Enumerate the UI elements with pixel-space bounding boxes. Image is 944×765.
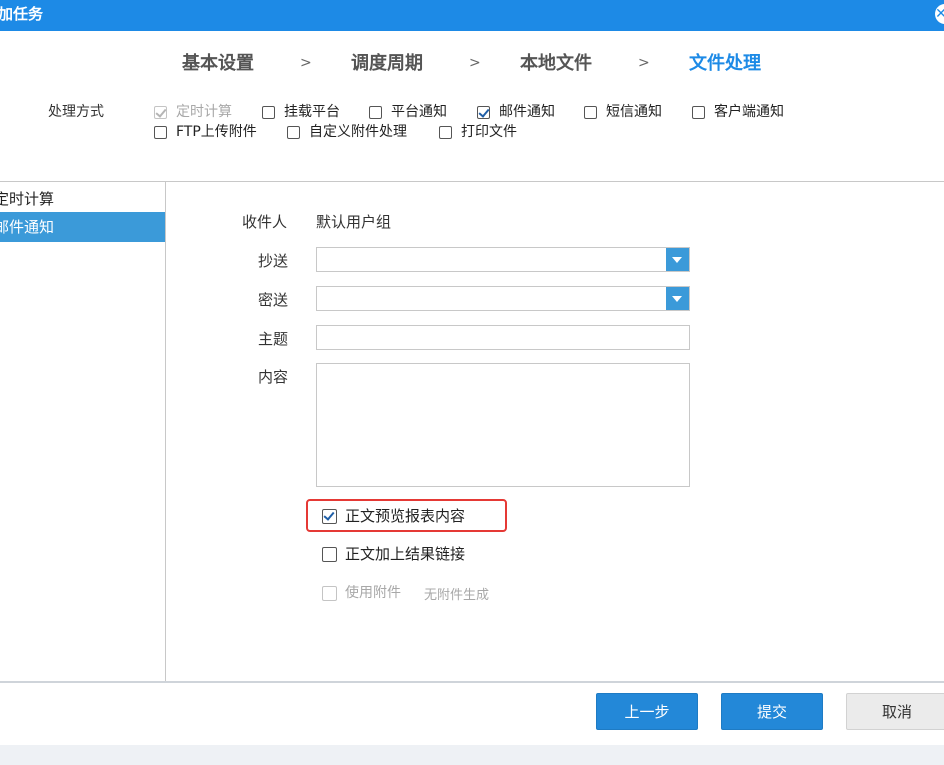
previous-step-button[interactable]: 上一步 xyxy=(596,693,698,730)
checkbox[interactable] xyxy=(692,105,705,119)
subject-label: 主题 xyxy=(258,330,289,348)
option-platform-notice[interactable]: 平台通知 xyxy=(369,103,447,121)
option-label: 短信通知 xyxy=(606,104,662,120)
sidebar-item-email-notice[interactable]: 邮件通知 xyxy=(0,212,165,242)
bcc-select[interactable] xyxy=(316,286,690,311)
result-link-checkbox[interactable]: 正文加上结果链接 xyxy=(322,545,465,563)
option-ftp-upload[interactable]: FTP上传附件 xyxy=(154,123,257,141)
option-sms-notice[interactable]: 短信通知 xyxy=(584,103,662,121)
preview-content-checkbox[interactable]: 正文预览报表内容 xyxy=(322,507,465,525)
option-email-notice[interactable]: 邮件通知 xyxy=(477,103,555,121)
step-arrow: > xyxy=(300,55,312,71)
checkbox[interactable] xyxy=(262,105,275,119)
option-custom-attachment[interactable]: 自定义附件处理 xyxy=(287,123,407,141)
step-file-processing[interactable]: 文件处理 xyxy=(689,52,761,76)
option-label: 挂载平台 xyxy=(284,104,340,120)
step-arrow: > xyxy=(638,55,650,71)
chevron-down-icon[interactable] xyxy=(666,248,689,271)
use-attachment-label: 使用附件 xyxy=(345,585,401,601)
option-label: 打印文件 xyxy=(461,124,517,140)
option-label: 自定义附件处理 xyxy=(309,124,407,140)
recipient-value: 默认用户组 xyxy=(316,213,392,231)
preview-content-label: 正文预览报表内容 xyxy=(345,507,466,525)
dialog-title: 加任务 xyxy=(0,5,44,23)
option-label: 定时计算 xyxy=(176,104,232,120)
checkbox[interactable] xyxy=(439,125,452,139)
checkbox[interactable] xyxy=(369,105,382,119)
checkbox[interactable] xyxy=(322,546,337,562)
checkbox[interactable] xyxy=(477,105,490,119)
option-label: 客户端通知 xyxy=(714,104,784,120)
checkbox xyxy=(154,105,167,119)
recipient-label: 收件人 xyxy=(242,213,288,231)
option-client-notice[interactable]: 客户端通知 xyxy=(692,103,784,121)
option-print-file[interactable]: 打印文件 xyxy=(439,123,517,141)
option-scheduled-calc: 定时计算 xyxy=(154,103,232,121)
submit-button[interactable]: 提交 xyxy=(721,693,823,730)
chevron-down-icon[interactable] xyxy=(666,287,689,310)
close-icon[interactable]: ✕ xyxy=(935,4,944,24)
cancel-button[interactable]: 取消 xyxy=(846,693,944,730)
step-local-files[interactable]: 本地文件 xyxy=(520,52,592,76)
no-attachment-note: 无附件生成 xyxy=(424,587,490,603)
use-attachment-checkbox: 使用附件 无附件生成 xyxy=(322,584,490,603)
checkbox[interactable] xyxy=(322,508,337,524)
dialog-titlebar: 加任务 ✕ xyxy=(0,0,944,31)
checkbox[interactable] xyxy=(584,105,597,119)
add-task-dialog: 加任务 ✕ 基本设置 > 调度周期 > 本地文件 > 文件处理 处理方式 定时计… xyxy=(0,0,944,745)
content-textarea[interactable] xyxy=(316,363,690,487)
checkbox xyxy=(322,585,337,601)
result-link-label: 正文加上结果链接 xyxy=(345,545,466,563)
option-label: 平台通知 xyxy=(391,104,447,120)
bcc-label: 密送 xyxy=(258,291,289,309)
option-mount-platform[interactable]: 挂载平台 xyxy=(262,103,340,121)
checkbox[interactable] xyxy=(287,125,300,139)
content-label: 内容 xyxy=(258,368,289,386)
background-strip xyxy=(0,745,944,765)
step-basic-settings[interactable]: 基本设置 xyxy=(182,52,254,76)
option-label: FTP上传附件 xyxy=(176,124,257,140)
step-arrow: > xyxy=(469,55,481,71)
footer-divider xyxy=(0,681,944,683)
checkbox[interactable] xyxy=(154,125,167,139)
option-label: 邮件通知 xyxy=(499,104,555,120)
subject-input[interactable] xyxy=(316,325,690,350)
process-method-label: 处理方式 xyxy=(48,104,104,120)
cc-select[interactable] xyxy=(316,247,690,272)
cc-label: 抄送 xyxy=(258,252,289,270)
sidebar-item-scheduled-calc[interactable]: 定时计算 xyxy=(0,184,165,214)
step-schedule[interactable]: 调度周期 xyxy=(351,52,423,76)
sidebar: 定时计算 邮件通知 xyxy=(0,182,166,682)
